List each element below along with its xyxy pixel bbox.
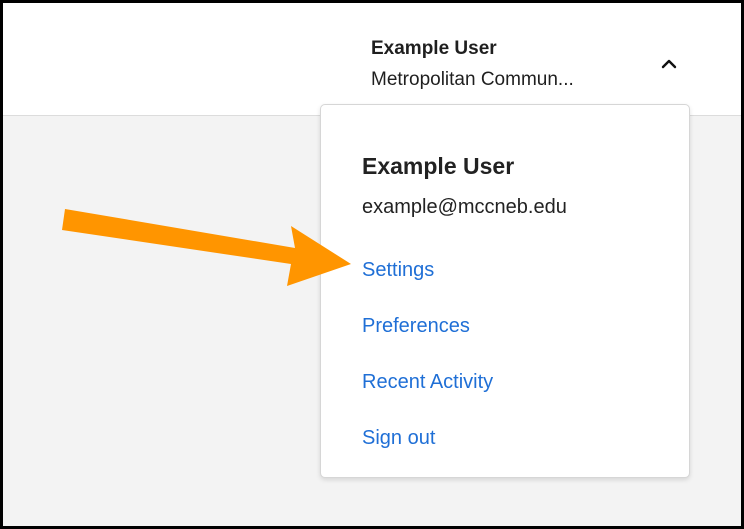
top-header: Example User Metropolitan Commun... bbox=[0, 0, 744, 116]
menu-item-preferences[interactable]: Preferences bbox=[362, 315, 470, 338]
menu-item-recent-activity[interactable]: Recent Activity bbox=[362, 371, 493, 394]
account-menu-toggle[interactable]: Example User Metropolitan Commun... bbox=[362, 30, 692, 102]
menu-item-settings[interactable]: Settings bbox=[362, 259, 434, 282]
account-user-name: Example User bbox=[371, 38, 497, 59]
chevron-up-icon[interactable] bbox=[654, 48, 684, 78]
menu-user-email: example@mccneb.edu bbox=[362, 196, 567, 218]
menu-item-sign-out[interactable]: Sign out bbox=[362, 427, 435, 450]
account-dropdown-menu: Example User example@mccneb.edu Settings… bbox=[320, 104, 690, 478]
menu-user-name: Example User bbox=[362, 153, 515, 179]
account-organization: Metropolitan Commun... bbox=[371, 69, 574, 90]
